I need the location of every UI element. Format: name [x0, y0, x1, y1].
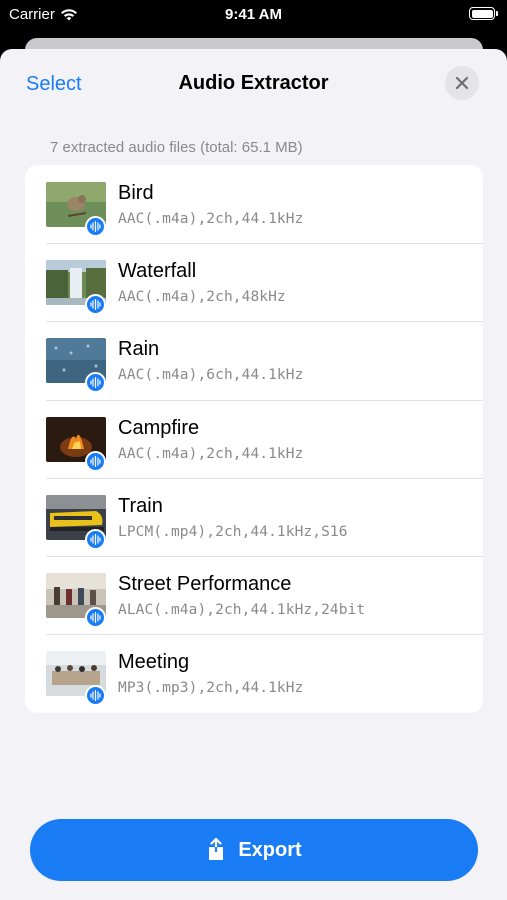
file-format: AAC(.m4a),2ch,48kHz: [118, 289, 286, 306]
list-item[interactable]: Waterfall AAC(.m4a),2ch,48kHz: [25, 243, 483, 321]
waveform-icon: [85, 528, 106, 550]
file-name: Meeting: [118, 651, 190, 674]
status-time: 9:41 AM: [225, 6, 282, 23]
modal-sheet: Select Audio Extractor 7 extracted audio…: [0, 49, 507, 900]
file-name: Street Performance: [118, 572, 292, 595]
waveform-icon: [85, 294, 106, 316]
list-item[interactable]: Train LPCM(.mp4),2ch,44.1kHz,S16: [25, 477, 483, 556]
list-item[interactable]: Street Performance ALAC(.m4a),2ch,44.1kH…: [25, 555, 483, 634]
file-format: ALAC(.m4a),2ch,44.1kHz,24bit: [118, 601, 366, 618]
share-icon: [209, 838, 224, 860]
close-icon: [455, 76, 469, 90]
file-format: LPCM(.mp4),2ch,44.1kHz,S16: [118, 523, 348, 540]
close-button[interactable]: [445, 66, 479, 100]
list-item[interactable]: Campfire AAC(.m4a),2ch,44.1kHz: [25, 399, 483, 478]
navigation-bar: Select Audio Extractor: [0, 49, 507, 119]
waveform-icon: [85, 685, 106, 707]
waveform-icon: [85, 450, 106, 472]
file-format: AAC(.m4a),2ch,44.1kHz: [118, 211, 304, 227]
file-name: Waterfall: [118, 260, 197, 283]
files-summary: 7 extracted audio files (total: 65.1 MB): [50, 139, 303, 156]
battery-icon: [469, 7, 498, 20]
file-format: AAC(.m4a),2ch,44.1kHz: [118, 445, 304, 462]
waveform-icon: [85, 606, 106, 628]
list-item[interactable]: Bird AAC(.m4a),2ch,44.1kHz: [25, 165, 483, 243]
file-name: Rain: [118, 338, 160, 361]
page-title: Audio Extractor: [178, 72, 329, 94]
file-name: Train: [118, 494, 163, 517]
list-item[interactable]: Rain AAC(.m4a),6ch,44.1kHz: [25, 321, 483, 399]
waveform-icon: [85, 216, 106, 237]
export-button[interactable]: Export: [30, 819, 478, 881]
export-label: Export: [238, 838, 302, 861]
file-format: MP3(.mp3),2ch,44.1kHz: [118, 680, 304, 697]
file-format: AAC(.m4a),6ch,44.1kHz: [118, 367, 304, 384]
status-bar: Carrier 9:41 AM: [0, 0, 507, 30]
file-name: Bird: [118, 182, 154, 204]
file-name: Campfire: [118, 416, 200, 439]
waveform-icon: [85, 372, 106, 394]
audio-file-list: Bird AAC(.m4a),2ch,44.1kHz Waterfall AAC…: [25, 165, 483, 713]
list-item[interactable]: Meeting MP3(.mp3),2ch,44.1kHz: [25, 634, 483, 712]
